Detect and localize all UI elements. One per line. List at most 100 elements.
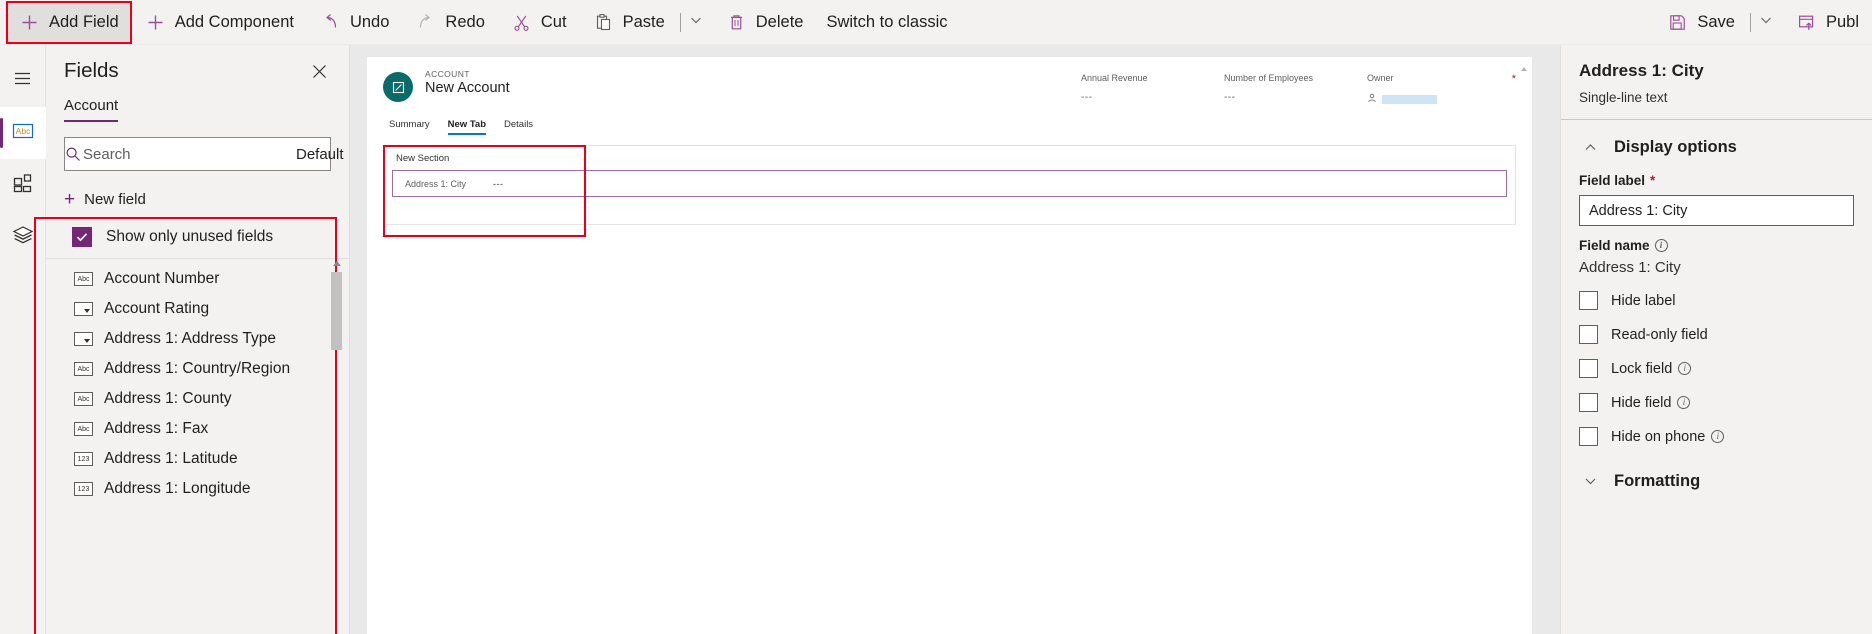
search-input[interactable] [81,138,284,170]
tab-account[interactable]: Account [64,97,119,122]
scrollbar-thumb[interactable] [331,272,342,350]
fields-search-row: Default [64,137,365,171]
publish-label: Publ [1825,12,1859,31]
cut-button[interactable]: Cut [498,1,580,44]
formatting-section-header[interactable]: Formatting [1579,468,1854,495]
info-icon[interactable]: i [1677,396,1691,409]
fields-list-scrollbar[interactable] [331,261,342,634]
add-field-button[interactable]: Add Field [6,0,132,44]
hide-on-phone-checkbox[interactable]: Hide on phone i [1579,427,1854,446]
owner-name-redacted [1382,94,1437,104]
redo-label: Redo [445,12,485,31]
fields-list-region: Show only unused fields Abc Account Numb… [34,217,349,634]
add-component-button[interactable]: Add Component [132,1,307,44]
record-titles: ACCOUNT New Account [425,69,510,108]
lock-field-checkbox[interactable]: Lock field i [1579,359,1854,378]
list-item[interactable]: Abc Address 1: Fax [46,414,349,444]
account-avatar-icon [383,72,413,102]
scroll-up-arrow-icon[interactable] [1520,67,1527,71]
left-icon-rail: Abc [0,45,46,634]
canvas-scrollbar[interactable] [1519,67,1528,624]
form-field-value: --- [493,178,504,189]
required-indicator: * [1511,73,1516,85]
layers-icon [12,224,34,251]
info-icon[interactable]: i [1654,239,1668,252]
header-field-number-of-employees[interactable]: Number of Employees --- [1224,69,1367,108]
owner-value [1367,90,1510,108]
rail-item-menu[interactable] [0,55,46,107]
checkbox-box [1579,359,1598,378]
plus-icon: + [64,189,76,210]
info-icon[interactable]: i [1711,430,1725,443]
field-label-input[interactable] [1579,195,1854,226]
save-button[interactable]: Save [1654,1,1748,44]
hide-label-checkbox[interactable]: Hide label [1579,291,1854,310]
form-section[interactable]: New Section Address 1: City --- [383,145,1516,225]
form-tab-details[interactable]: Details [504,119,533,135]
close-icon[interactable] [305,57,333,85]
show-only-unused-fields-checkbox[interactable]: Show only unused fields [46,217,349,259]
info-icon[interactable]: i [1678,362,1692,375]
list-item[interactable]: 123 Address 1: Longitude [46,474,349,504]
checkbox-box [1579,291,1598,310]
rail-item-components[interactable] [0,159,46,211]
read-only-field-checkbox[interactable]: Read-only field [1579,325,1854,344]
field-label: Account Rating [104,300,210,317]
chevron-up-icon [1583,140,1598,155]
switch-to-classic-button[interactable]: Switch to classic [816,1,960,44]
publish-button[interactable]: Publ [1783,1,1872,44]
field-filter-label: Default [296,145,344,163]
show-only-unused-fields-label: Show only unused fields [106,228,274,245]
redo-button[interactable]: Redo [402,1,497,44]
search-icon [65,146,81,162]
field-label: Address 1: Address Type [104,330,277,347]
text-field-icon: Abc [74,272,93,286]
choice-field-icon [74,332,93,346]
scroll-up-arrow-icon[interactable] [332,261,341,266]
section-title: New Section [396,153,450,164]
chevron-down-icon [689,13,703,32]
field-name-caption: Field name i [1579,238,1854,253]
fields-panel-header: Fields [46,45,349,85]
form-field-address-1-city[interactable]: Address 1: City --- [392,170,1507,197]
display-options-section-header[interactable]: Display options [1579,134,1854,161]
header-field-owner[interactable]: Owner * [1367,69,1516,108]
chevron-down-icon [1759,13,1773,32]
paste-dropdown-button[interactable] [685,1,713,44]
list-item[interactable]: Abc Account Number [46,264,349,294]
list-item[interactable]: Abc Address 1: Country/Region [46,354,349,384]
switch-to-classic-label: Switch to classic [826,12,948,31]
save-dropdown-button[interactable] [1755,1,1783,44]
undo-button[interactable]: Undo [307,1,402,44]
number-field-icon: 123 [74,482,93,496]
header-field-label: Number of Employees [1224,73,1314,83]
checkbox-box [1579,427,1598,446]
form-record-header: ACCOUNT New Account Annual Revenue --- N… [367,57,1532,108]
form-tab-new-tab[interactable]: New Tab [447,119,487,135]
header-field-value: --- [1224,92,1236,103]
form-tab-summary[interactable]: Summary [389,119,430,135]
record-entity-label: ACCOUNT [425,69,470,79]
display-options-label: Display options [1614,138,1737,156]
hide-field-checkbox[interactable]: Hide field i [1579,393,1854,412]
header-field-annual-revenue[interactable]: Annual Revenue --- [1081,69,1224,108]
list-item[interactable]: Abc Address 1: County [46,384,349,414]
rail-item-tree-view[interactable] [0,211,46,263]
header-field-value: --- [1081,92,1093,103]
list-item[interactable]: Address 1: Address Type [46,324,349,354]
checkbox-box [1579,393,1598,412]
text-field-icon: Abc [74,422,93,436]
hide-on-phone-text: Hide on phone [1611,428,1706,445]
field-name-value: Address 1: City [1579,259,1681,276]
save-label: Save [1697,12,1735,31]
delete-button[interactable]: Delete [713,1,817,44]
person-icon [1367,90,1377,108]
add-field-label: Add Field [49,12,119,31]
paste-button[interactable]: Paste [580,1,678,44]
fields-list[interactable]: Abc Account Number Account Rating Addres… [46,259,349,634]
new-field-button[interactable]: + New field [64,184,152,215]
list-item[interactable]: Account Rating [46,294,349,324]
chevron-down-icon [1583,474,1598,489]
list-item[interactable]: 123 Address 1: Latitude [46,444,349,474]
rail-item-fields[interactable]: Abc [0,107,46,159]
